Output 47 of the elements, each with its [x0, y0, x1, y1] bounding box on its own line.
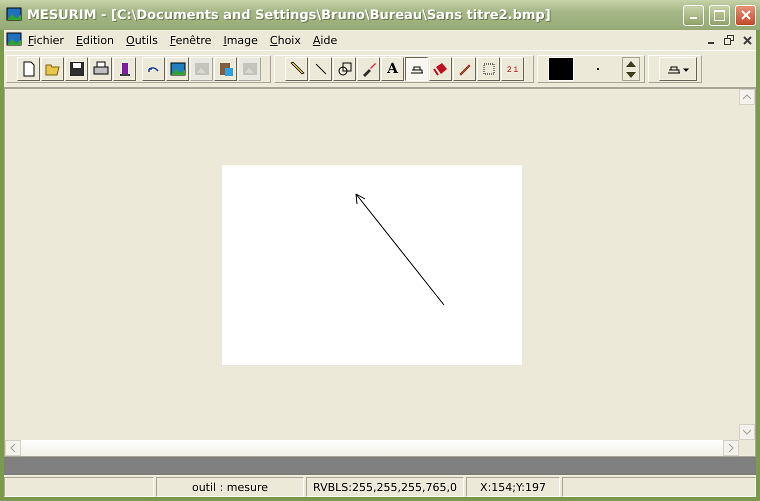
toolbar-button[interactable]: [142, 57, 165, 81]
menu-item[interactable]: Outils: [120, 32, 164, 48]
landscape-icon: [170, 61, 186, 77]
tool-button[interactable]: 2 1: [501, 57, 524, 81]
clipboard-icon: [218, 61, 234, 77]
undo-icon: [148, 66, 159, 72]
toolbar-button[interactable]: [17, 57, 40, 81]
tool-button[interactable]: A: [381, 57, 404, 81]
toolbar-button[interactable]: [89, 57, 112, 81]
landscape-icon: [194, 61, 210, 77]
restore-button[interactable]: [722, 33, 736, 47]
selection-icon: [480, 61, 496, 77]
menu-item[interactable]: Choix: [264, 32, 307, 48]
close-button[interactable]: [735, 4, 756, 26]
toolbar-button[interactable]: [166, 57, 189, 81]
printer-icon: [92, 61, 108, 77]
menu-item[interactable]: Edition: [70, 32, 120, 48]
status-coordinates: X:154;Y:197: [466, 477, 560, 497]
document-icon: [6, 32, 22, 48]
floppy-icon: [68, 61, 84, 77]
menu-item[interactable]: Aide: [306, 32, 344, 48]
toolbar-button[interactable]: [113, 57, 136, 81]
text-tool-label: A: [387, 61, 398, 77]
brush-icon: [360, 61, 376, 77]
tool-button[interactable]: [405, 57, 428, 81]
landscape-icon: [242, 61, 258, 77]
line-icon: [312, 61, 328, 77]
menu-item[interactable]: Fichier: [22, 32, 70, 48]
close-icon: [740, 10, 750, 20]
app-icon: [6, 7, 22, 23]
status-tool: outil : mesure: [156, 477, 304, 497]
status-color: RVBLS:255,255,255,765,0: [306, 477, 464, 497]
maximize-icon: [714, 10, 725, 20]
page-icon: [20, 61, 36, 77]
pencil-icon: [288, 61, 304, 77]
color-swatch[interactable]: [548, 57, 574, 81]
restore-icon: [724, 35, 734, 45]
measure-dropdown-button[interactable]: [659, 57, 697, 81]
close-icon: [742, 36, 752, 44]
menu-item[interactable]: Image: [217, 32, 264, 48]
menu-item[interactable]: Fenêtre: [164, 32, 218, 48]
toolbar-button[interactable]: [65, 57, 88, 81]
points-tool-label: 2 1: [506, 64, 518, 74]
size-spinner[interactable]: [622, 57, 640, 81]
window-title: MESURIM - [C:\Documents and Settings\Bruno\Bureau\Sans titre2.bmp]: [27, 8, 552, 22]
maximize-button[interactable]: [709, 4, 730, 26]
shape-icon: [336, 61, 352, 77]
